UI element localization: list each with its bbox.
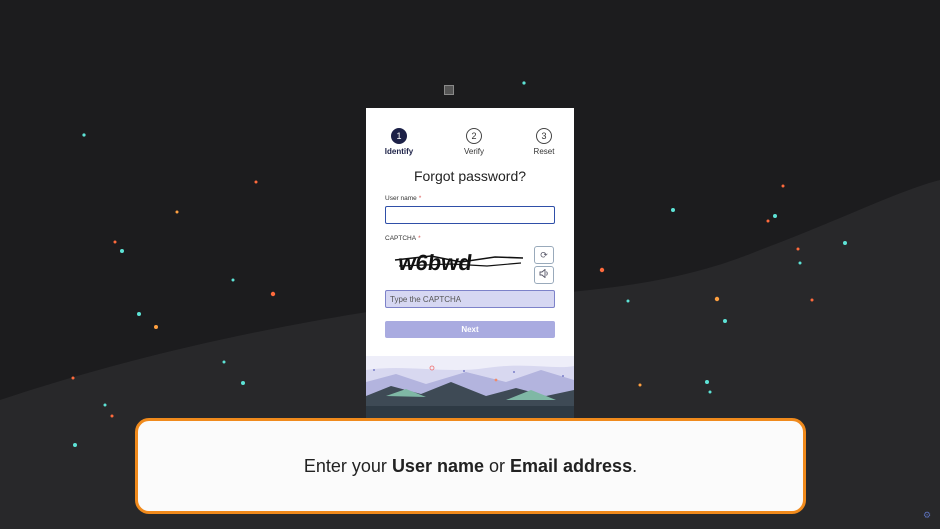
username-label-text: User name	[385, 195, 417, 202]
step-label: Verify	[463, 147, 484, 156]
username-input[interactable]	[385, 206, 555, 224]
settings-icon[interactable]: ⚙	[922, 510, 932, 520]
username-label: User name *	[385, 195, 421, 202]
refresh-icon: ⟳	[540, 250, 548, 260]
page-title: Forgot password?	[413, 168, 527, 184]
step-label: Reset	[533, 147, 555, 156]
forgot-password-card: 1 Identify 2 Verify 3 Reset Forgot passw…	[366, 108, 574, 420]
step-reset: 3 Reset	[524, 128, 564, 156]
step-number: 1	[391, 128, 407, 144]
captcha-input[interactable]	[385, 290, 555, 308]
captcha-label: CAPTCHA *	[385, 235, 421, 242]
broken-logo-image	[444, 85, 454, 95]
speaker-icon	[539, 268, 548, 279]
required-mark: *	[418, 195, 422, 202]
callout-suffix: .	[632, 455, 638, 476]
captcha-image: w6bwd	[394, 250, 524, 275]
step-number: 2	[466, 128, 482, 144]
step-identify: 1 Identify	[379, 128, 419, 156]
step-verify: 2 Verify	[454, 128, 494, 156]
callout-middle: or	[484, 455, 511, 476]
refresh-captcha-button[interactable]: ⟳	[534, 246, 554, 264]
callout-prefix: Enter your	[303, 455, 392, 476]
callout-bold-email: Email address	[510, 455, 633, 476]
captcha-text: w6bwd	[396, 250, 474, 275]
required-mark: *	[418, 235, 421, 242]
captcha-label-text: CAPTCHA	[385, 235, 417, 242]
step-label: Identify	[384, 147, 414, 156]
next-button[interactable]: Next	[385, 321, 555, 338]
step-number: 3	[536, 128, 552, 144]
audio-captcha-button[interactable]	[534, 266, 554, 284]
callout-text: Enter your User name or Email address.	[304, 456, 637, 477]
callout-bold-username: User name	[391, 455, 484, 476]
step-indicator: 1 Identify 2 Verify 3 Reset	[366, 128, 574, 162]
instruction-callout: Enter your User name or Email address.	[135, 418, 806, 514]
landscape-illustration	[366, 356, 574, 420]
